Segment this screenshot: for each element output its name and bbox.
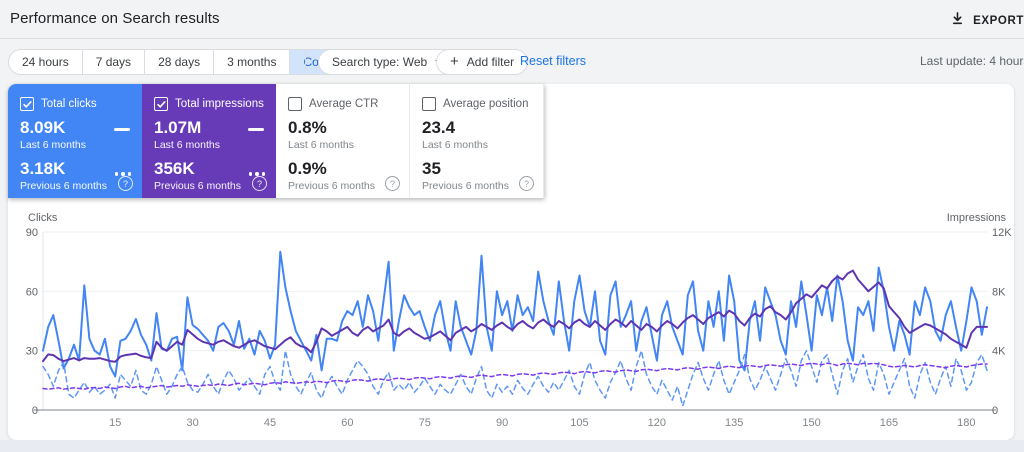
export-label: EXPORT bbox=[973, 15, 1024, 27]
download-icon bbox=[950, 11, 965, 31]
x-axis-tick: 105 bbox=[570, 417, 588, 429]
metric-label: Total clicks bbox=[41, 98, 97, 110]
page-background-strip bbox=[0, 440, 1024, 452]
x-axis-tick: 120 bbox=[648, 417, 666, 429]
x-axis-tick: 75 bbox=[419, 417, 431, 429]
dashed-line-indicator bbox=[248, 172, 265, 176]
dashed-line-indicator bbox=[114, 172, 131, 176]
right-axis-tick: 8K bbox=[992, 286, 1006, 298]
metric-label: Average position bbox=[443, 98, 529, 110]
plus-icon: + bbox=[450, 53, 459, 70]
solid-line-indicator bbox=[248, 128, 264, 131]
metric-tile-average-position[interactable]: Average position 23.4 Last 6 months 35 P… bbox=[410, 84, 544, 198]
help-icon[interactable]: ? bbox=[519, 176, 534, 191]
x-axis-tick: 15 bbox=[109, 417, 121, 429]
metric-value-previous: 3.18K bbox=[20, 158, 66, 178]
x-axis-tick: 135 bbox=[725, 417, 743, 429]
metric-period-previous: Previous 6 months bbox=[20, 179, 107, 192]
reset-filters-link[interactable]: Reset filters bbox=[520, 54, 586, 68]
search-type-label: Search type: Web bbox=[332, 55, 428, 69]
performance-panel: Total clicks 8.09K Last 6 months 3.18K P… bbox=[8, 84, 1014, 440]
metric-period-current: Last 6 months bbox=[288, 139, 354, 151]
date-range-28-days[interactable]: 28 days bbox=[144, 50, 213, 74]
x-axis-tick: 150 bbox=[802, 417, 820, 429]
metric-label: Total impressions bbox=[175, 98, 264, 110]
right-axis-tick: 4K bbox=[992, 346, 1006, 358]
metric-tile-total-impressions[interactable]: Total impressions 1.07M Last 6 months 35… bbox=[142, 84, 276, 198]
metric-value-current: 23.4 bbox=[422, 118, 456, 137]
metric-period-current: Last 6 months bbox=[20, 139, 86, 151]
metric-tile-total-clicks[interactable]: Total clicks 8.09K Last 6 months 3.18K P… bbox=[8, 84, 142, 198]
x-axis-tick: 90 bbox=[496, 417, 508, 429]
help-icon[interactable]: ? bbox=[252, 176, 267, 191]
metric-label: Average CTR bbox=[309, 98, 379, 110]
clicks-previous-line bbox=[42, 349, 988, 407]
add-filter-button[interactable]: + Add filter bbox=[436, 49, 529, 75]
checkbox-average-position[interactable] bbox=[422, 97, 436, 111]
top-header: Performance on Search results EXPORT bbox=[0, 0, 1024, 39]
right-axis-title: Impressions bbox=[946, 212, 1006, 224]
metric-value-previous: 0.9% bbox=[288, 158, 327, 178]
page-title: Performance on Search results bbox=[10, 10, 220, 27]
metric-period-previous: Previous 6 months bbox=[154, 179, 241, 192]
checkbox-average-ctr[interactable] bbox=[288, 97, 302, 111]
metric-value-previous: 356K bbox=[154, 158, 195, 178]
x-axis-tick: 60 bbox=[341, 417, 353, 429]
help-icon[interactable]: ? bbox=[385, 176, 400, 191]
left-axis-tick: 0 bbox=[32, 405, 38, 417]
metric-period-current: Last 6 months bbox=[154, 139, 220, 151]
export-button[interactable]: EXPORT bbox=[946, 9, 1024, 33]
metric-period-previous: Previous 6 months bbox=[288, 179, 375, 192]
date-range-24-hours[interactable]: 24 hours bbox=[9, 50, 82, 74]
date-range-7-days[interactable]: 7 days bbox=[81, 50, 144, 74]
x-axis-tick: 45 bbox=[264, 417, 276, 429]
solid-line-indicator bbox=[114, 128, 130, 131]
add-filter-label: Add filter bbox=[466, 55, 515, 69]
metric-value-previous: 35 bbox=[422, 158, 441, 178]
x-axis-tick: 165 bbox=[880, 417, 898, 429]
right-axis-tick: 0 bbox=[992, 405, 998, 417]
date-range-3-months[interactable]: 3 months bbox=[213, 50, 289, 74]
filter-divider bbox=[305, 51, 306, 71]
metric-period-previous: Previous 6 months bbox=[422, 179, 509, 192]
right-axis-tick: 12K bbox=[992, 227, 1012, 239]
help-icon[interactable]: ? bbox=[118, 176, 133, 191]
checkbox-total-clicks[interactable] bbox=[20, 97, 34, 111]
left-axis-tick: 30 bbox=[26, 346, 38, 358]
metric-value-current: 0.8% bbox=[288, 118, 327, 137]
metric-tiles-row: Total clicks 8.09K Last 6 months 3.18K P… bbox=[8, 84, 544, 198]
x-axis-tick: 30 bbox=[186, 417, 198, 429]
left-axis-title: Clicks bbox=[28, 212, 58, 224]
left-axis-tick: 60 bbox=[26, 286, 38, 298]
checkbox-total-impressions[interactable] bbox=[154, 97, 168, 111]
clicks-current-line bbox=[42, 250, 988, 378]
x-axis-tick: 180 bbox=[957, 417, 975, 429]
metric-period-current: Last 6 months bbox=[422, 139, 488, 151]
last-update-text: Last update: 4 hours ago bbox=[920, 54, 1024, 68]
left-axis-tick: 90 bbox=[26, 227, 38, 239]
metric-tile-average-ctr[interactable]: Average CTR 0.8% Last 6 months 0.9% Prev… bbox=[276, 84, 410, 198]
filter-bar: 24 hours 7 days 28 days 3 months Compare… bbox=[0, 38, 1024, 84]
performance-chart[interactable]: 90 60 30 0 12K 8K 4K 0 15 30 45 60 75 90 105 120 135 150 1… bbox=[8, 224, 1014, 436]
